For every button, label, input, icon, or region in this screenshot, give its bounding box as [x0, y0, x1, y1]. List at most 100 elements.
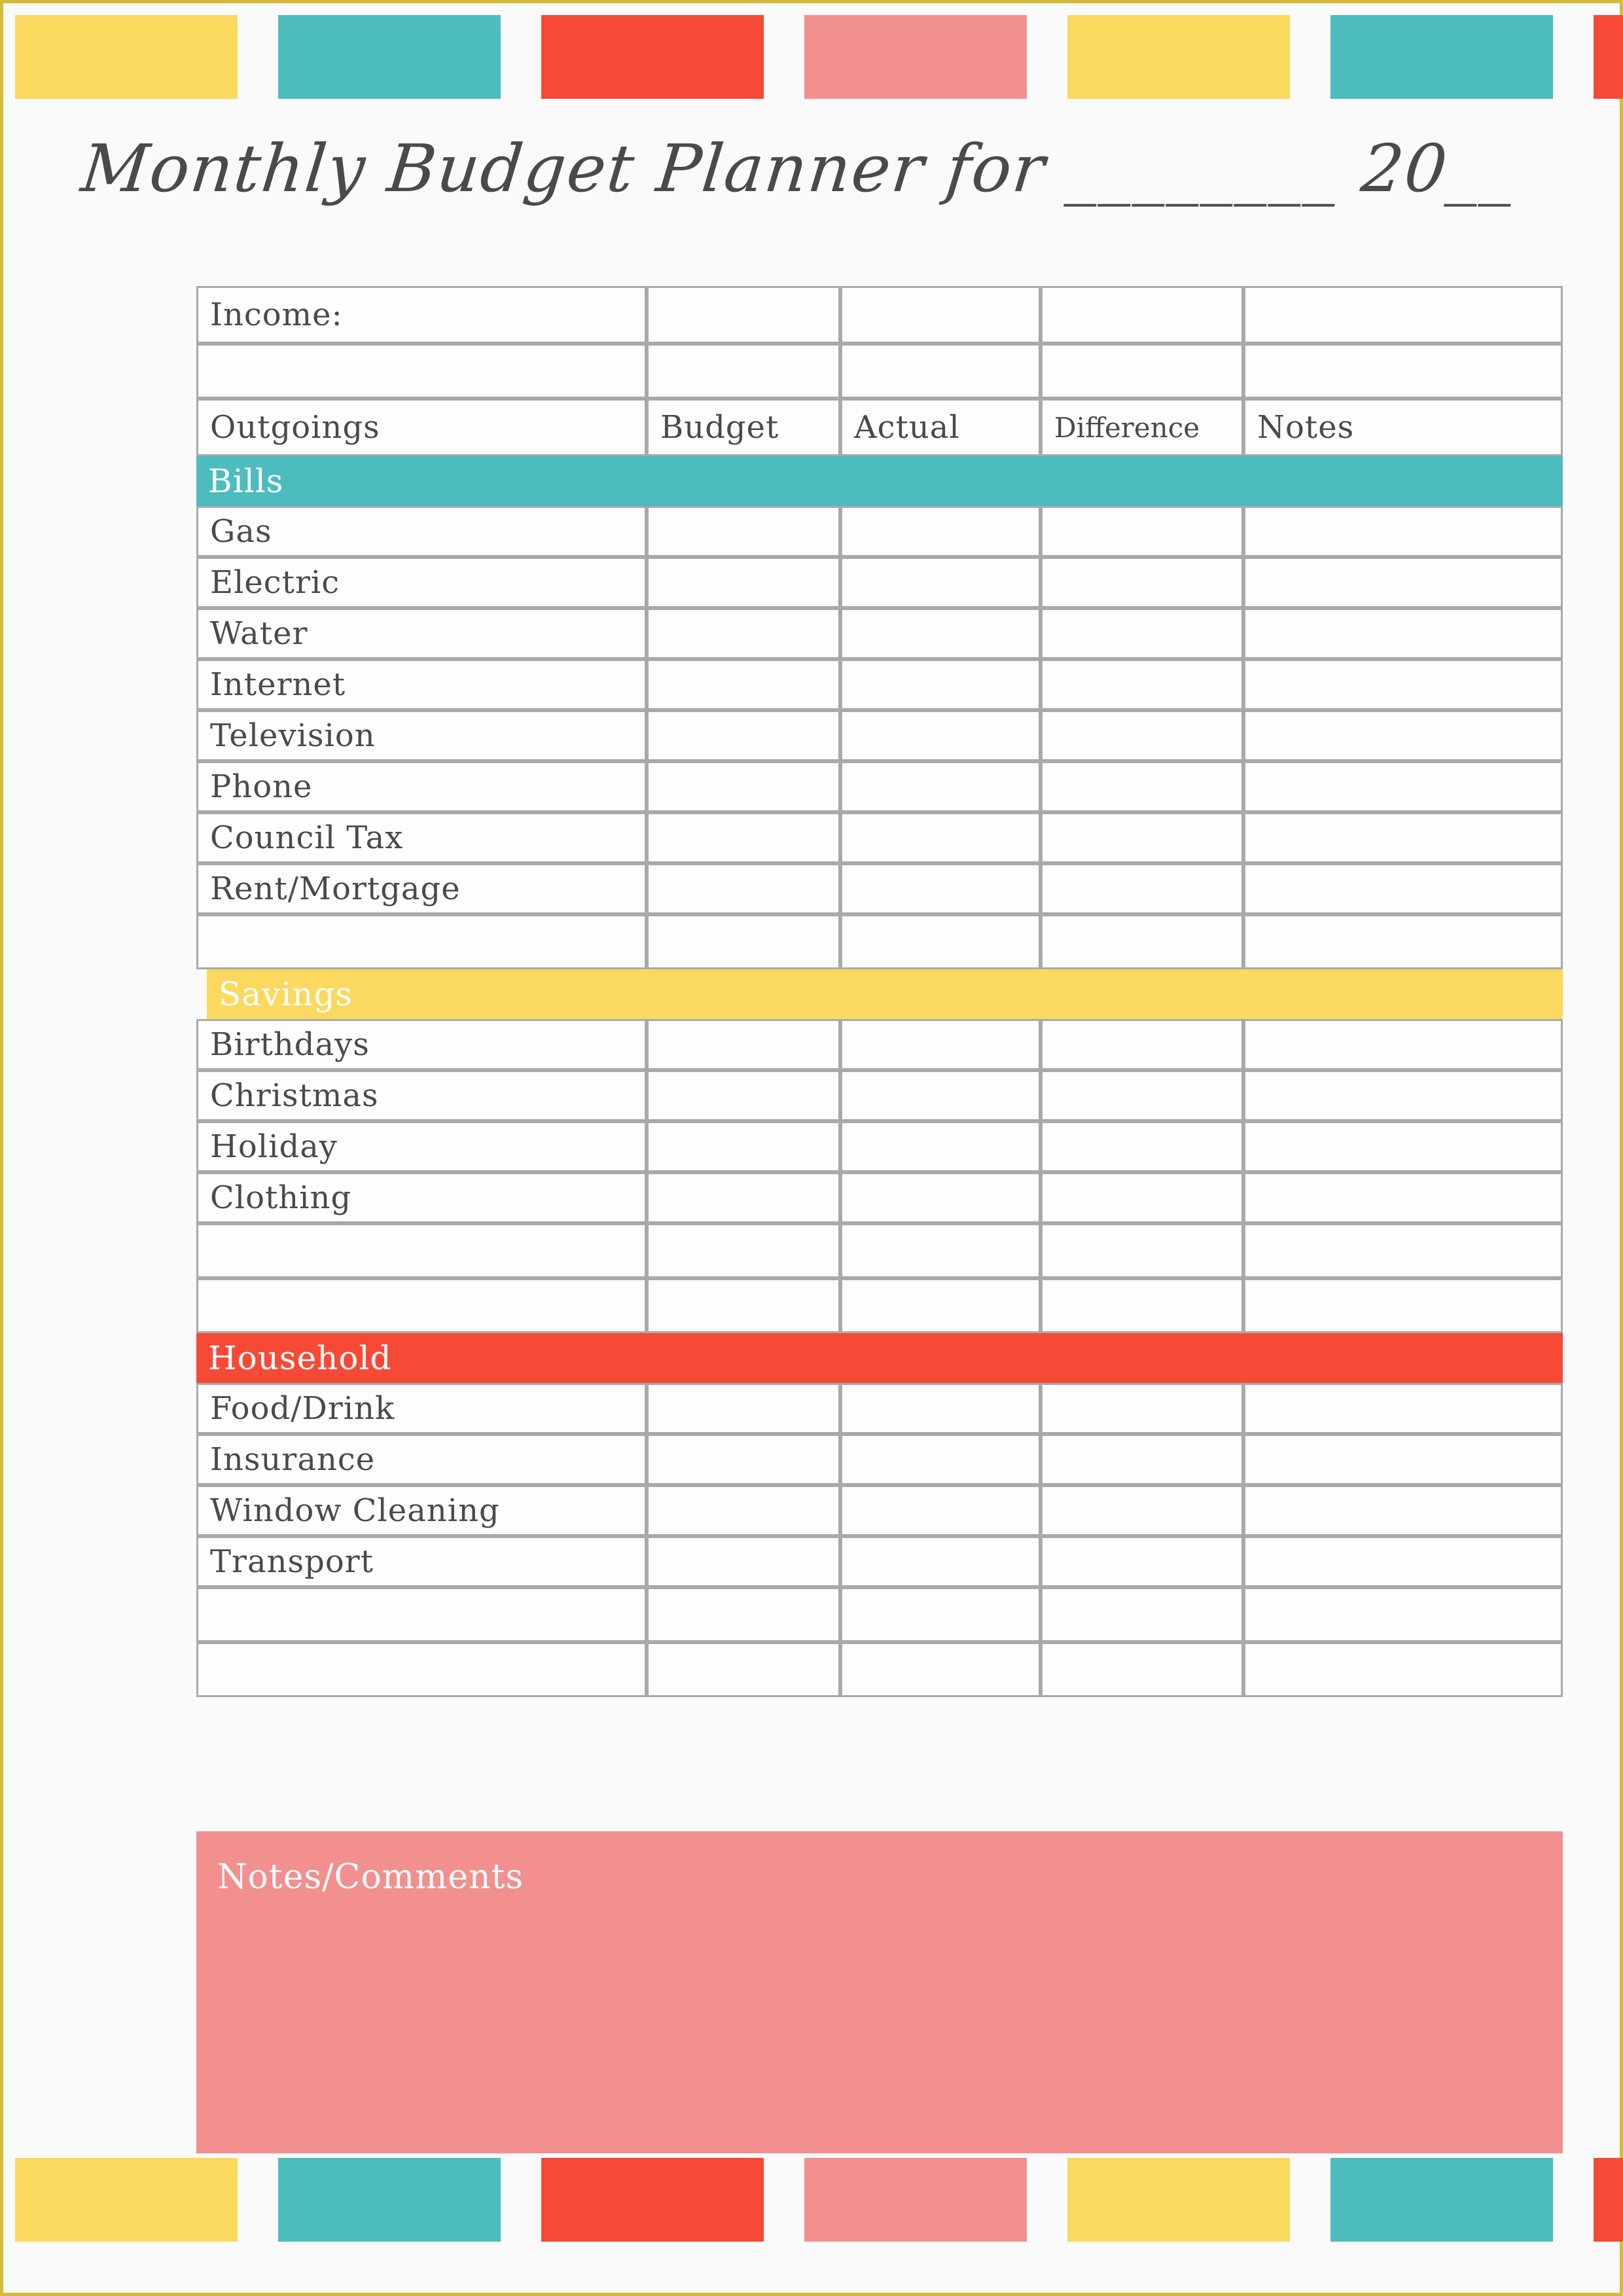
row-budget-household-extra-1[interactable] [647, 1587, 840, 1642]
row-budget-clothing[interactable] [647, 1172, 840, 1223]
row-actual-bills-extra[interactable] [840, 914, 1041, 969]
row-actual-holiday[interactable] [840, 1121, 1041, 1172]
row-difference-clothing[interactable] [1041, 1172, 1243, 1223]
blank-actual-cell[interactable] [840, 344, 1041, 399]
blank-budget-cell[interactable] [647, 344, 840, 399]
row-difference-water[interactable] [1041, 608, 1243, 659]
row-difference-transport[interactable] [1041, 1536, 1243, 1587]
row-difference-electric[interactable] [1041, 557, 1243, 608]
row-label-savings-extra-2[interactable] [196, 1278, 647, 1333]
row-budget-internet[interactable] [647, 659, 840, 710]
row-difference-household-extra-1[interactable] [1041, 1587, 1243, 1642]
row-budget-christmas[interactable] [647, 1070, 840, 1121]
row-notes-insurance[interactable] [1243, 1434, 1563, 1485]
row-notes-clothing[interactable] [1243, 1172, 1563, 1223]
income-budget-cell[interactable] [647, 286, 840, 344]
row-notes-household-extra-1[interactable] [1243, 1587, 1563, 1642]
row-actual-council-tax[interactable] [840, 812, 1041, 863]
row-difference-window-cleaning[interactable] [1041, 1485, 1243, 1536]
row-notes-household-extra-2[interactable] [1243, 1642, 1563, 1697]
row-difference-holiday[interactable] [1041, 1121, 1243, 1172]
row-notes-savings-extra-1[interactable] [1243, 1223, 1563, 1278]
income-actual-cell[interactable] [840, 286, 1041, 344]
row-difference-phone[interactable] [1041, 761, 1243, 812]
row-budget-bills-extra[interactable] [647, 914, 840, 969]
row-actual-transport[interactable] [840, 1536, 1041, 1587]
notes-comments-box[interactable]: Notes/Comments [196, 1831, 1563, 2153]
row-notes-internet[interactable] [1243, 659, 1563, 710]
row-actual-clothing[interactable] [840, 1172, 1041, 1223]
row-notes-christmas[interactable] [1243, 1070, 1563, 1121]
row-actual-television[interactable] [840, 710, 1041, 761]
row-budget-savings-extra-1[interactable] [647, 1223, 840, 1278]
row-difference-household-extra-2[interactable] [1041, 1642, 1243, 1697]
row-notes-birthdays[interactable] [1243, 1019, 1563, 1070]
row-actual-savings-extra-1[interactable] [840, 1223, 1041, 1278]
row-notes-water[interactable] [1243, 608, 1563, 659]
row-notes-television[interactable] [1243, 710, 1563, 761]
row-notes-window-cleaning[interactable] [1243, 1485, 1563, 1536]
row-actual-phone[interactable] [840, 761, 1041, 812]
row-actual-christmas[interactable] [840, 1070, 1041, 1121]
row-actual-insurance[interactable] [840, 1434, 1041, 1485]
row-actual-rent-mortgage[interactable] [840, 863, 1041, 914]
income-notes-cell[interactable] [1243, 286, 1563, 344]
row-notes-food-drink[interactable] [1243, 1383, 1563, 1434]
section-banner-bills: Bills [196, 456, 1563, 506]
row-budget-insurance[interactable] [647, 1434, 840, 1485]
row-difference-television[interactable] [1041, 710, 1243, 761]
row-notes-transport[interactable] [1243, 1536, 1563, 1587]
blank-notes-cell[interactable] [1243, 344, 1563, 399]
blank-label-cell[interactable] [196, 344, 647, 399]
row-budget-phone[interactable] [647, 761, 840, 812]
row-difference-christmas[interactable] [1041, 1070, 1243, 1121]
row-actual-electric[interactable] [840, 557, 1041, 608]
row-actual-internet[interactable] [840, 659, 1041, 710]
row-budget-savings-extra-2[interactable] [647, 1278, 840, 1333]
row-notes-rent-mortgage[interactable] [1243, 863, 1563, 914]
row-label-household-extra-2[interactable] [196, 1642, 647, 1697]
row-actual-gas[interactable] [840, 506, 1041, 557]
row-actual-food-drink[interactable] [840, 1383, 1041, 1434]
row-budget-food-drink[interactable] [647, 1383, 840, 1434]
row-budget-water[interactable] [647, 608, 840, 659]
row-actual-water[interactable] [840, 608, 1041, 659]
row-notes-council-tax[interactable] [1243, 812, 1563, 863]
blank-difference-cell[interactable] [1041, 344, 1243, 399]
row-budget-council-tax[interactable] [647, 812, 840, 863]
row-budget-holiday[interactable] [647, 1121, 840, 1172]
income-difference-cell[interactable] [1041, 286, 1243, 344]
row-notes-holiday[interactable] [1243, 1121, 1563, 1172]
row-actual-birthdays[interactable] [840, 1019, 1041, 1070]
row-budget-electric[interactable] [647, 557, 840, 608]
row-notes-electric[interactable] [1243, 557, 1563, 608]
row-difference-insurance[interactable] [1041, 1434, 1243, 1485]
row-budget-television[interactable] [647, 710, 840, 761]
row-difference-council-tax[interactable] [1041, 812, 1243, 863]
row-budget-window-cleaning[interactable] [647, 1485, 840, 1536]
row-notes-phone[interactable] [1243, 761, 1563, 812]
row-difference-food-drink[interactable] [1041, 1383, 1243, 1434]
row-label-savings-extra-1[interactable] [196, 1223, 647, 1278]
row-budget-rent-mortgage[interactable] [647, 863, 840, 914]
row-difference-rent-mortgage[interactable] [1041, 863, 1243, 914]
row-difference-bills-extra[interactable] [1041, 914, 1243, 969]
row-actual-household-extra-2[interactable] [840, 1642, 1041, 1697]
row-budget-household-extra-2[interactable] [647, 1642, 840, 1697]
row-budget-birthdays[interactable] [647, 1019, 840, 1070]
row-actual-window-cleaning[interactable] [840, 1485, 1041, 1536]
row-difference-gas[interactable] [1041, 506, 1243, 557]
row-difference-savings-extra-2[interactable] [1041, 1278, 1243, 1333]
row-budget-transport[interactable] [647, 1536, 840, 1587]
row-label-household-extra-1[interactable] [196, 1587, 647, 1642]
row-label-bills-extra[interactable] [196, 914, 647, 969]
row-actual-savings-extra-2[interactable] [840, 1278, 1041, 1333]
row-notes-gas[interactable] [1243, 506, 1563, 557]
row-budget-gas[interactable] [647, 506, 840, 557]
row-difference-birthdays[interactable] [1041, 1019, 1243, 1070]
row-difference-internet[interactable] [1041, 659, 1243, 710]
row-notes-savings-extra-2[interactable] [1243, 1278, 1563, 1333]
row-notes-bills-extra[interactable] [1243, 914, 1563, 969]
row-difference-savings-extra-1[interactable] [1041, 1223, 1243, 1278]
row-actual-household-extra-1[interactable] [840, 1587, 1041, 1642]
